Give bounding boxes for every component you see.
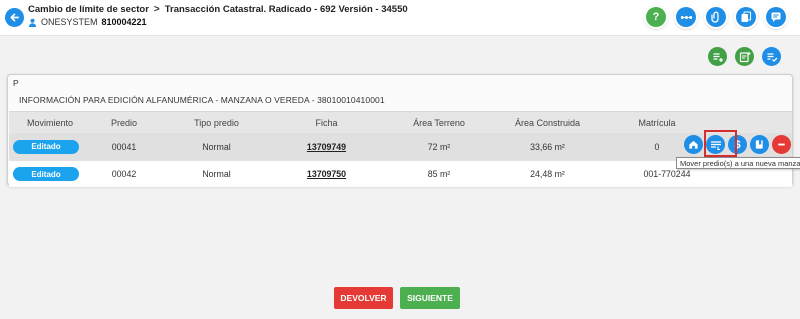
top-header: Cambio de límite de sector > Transacción… [0, 0, 800, 36]
user-id: 810004221 [101, 17, 147, 27]
user-name: ONESYSTEM [41, 17, 98, 27]
status-badge[interactable]: Editado [13, 139, 79, 154]
documents-icon [741, 11, 752, 22]
footer-actions: DEVOLVER SIGUIENTE [334, 287, 460, 309]
breadcrumb-separator: > [153, 4, 160, 15]
panel-title: INFORMACIÓN PARA EDICIÓN ALFANUMÉRICA - … [19, 95, 385, 105]
breadcrumb-current: Transacción Catastral. Radicado - 692 Ve… [164, 4, 408, 15]
add-note-icon [739, 51, 750, 62]
area-terreno-cell: 85 m² [427, 169, 451, 179]
add-list-button[interactable] [708, 47, 727, 66]
ficha-link[interactable]: 13709750 [307, 169, 346, 179]
checklist-icon [767, 52, 777, 62]
book-icon [755, 140, 763, 149]
minus-icon [778, 143, 785, 146]
flow-icon [680, 15, 692, 19]
col-area-terreno: Área Terreno [413, 117, 465, 128]
arrow-left-icon [10, 13, 19, 22]
book-button[interactable] [750, 135, 769, 154]
row-actions: $ [684, 135, 791, 154]
flow-button[interactable] [676, 7, 696, 27]
breadcrumb-parent[interactable]: Cambio de límite de sector [28, 4, 149, 15]
ficha-cell: 13709750 [289, 161, 364, 187]
col-ficha: Ficha [315, 117, 338, 128]
add-list-icon [713, 52, 723, 62]
predio-cell: 00042 [111, 169, 137, 179]
help-button[interactable]: ? [646, 7, 666, 27]
home-button[interactable] [684, 135, 703, 154]
comments-icon [771, 12, 781, 22]
checklist-button[interactable] [762, 47, 781, 66]
documents-button[interactable] [736, 7, 756, 27]
ficha-link[interactable]: 13709749 [307, 142, 346, 152]
predio-cell: 00041 [111, 141, 137, 152]
parcels-table: Movimiento Predio Tipo predio Ficha Área… [9, 111, 792, 187]
status-badge[interactable]: Editado [13, 167, 79, 181]
back-button[interactable] [5, 8, 24, 27]
tipo-predio-cell: Normal [202, 141, 231, 152]
table-row: Editado 00041 Normal 13709749 72 m² 33,6… [9, 130, 792, 160]
col-area-construida: Área Construida [514, 117, 581, 128]
highlight-box [704, 130, 737, 157]
add-note-button[interactable] [735, 47, 754, 66]
user-info: ONESYSTEM 810004221 [28, 17, 147, 27]
tooltip: Mover predio(s) a una nueva manzana [676, 157, 800, 169]
ficha-cell: 13709749 [289, 133, 364, 160]
edition-panel: P INFORMACIÓN PARA EDICIÓN ALFANUMÉRICA … [7, 74, 793, 187]
comments-button[interactable] [766, 7, 786, 27]
col-predio: Predio [110, 117, 137, 128]
area-construida-cell: 24,48 m² [530, 169, 565, 179]
tipo-predio-cell: Normal [202, 169, 231, 179]
matricula-cell: 0 [654, 141, 660, 152]
breadcrumb: Cambio de límite de sector > Transacción… [28, 4, 408, 15]
attach-icon [711, 11, 719, 23]
attach-button[interactable] [706, 7, 726, 27]
devolver-button[interactable]: DEVOLVER [334, 287, 393, 309]
panel-actions [708, 47, 781, 66]
panel-letter: P [13, 78, 19, 88]
movimiento-cell: Editado [11, 161, 81, 187]
remove-button[interactable] [772, 135, 791, 154]
movimiento-cell: Editado [11, 133, 81, 160]
col-matricula: Matrícula [638, 117, 676, 128]
table-header: Movimiento Predio Tipo predio Ficha Área… [9, 111, 792, 133]
area-terreno-cell: 72 m² [427, 141, 451, 152]
help-icon: ? [652, 11, 660, 23]
home-icon [689, 140, 698, 149]
col-movimiento: Movimiento [26, 117, 73, 128]
table-row: Editado 00042 Normal 13709750 85 m² 24,4… [9, 160, 792, 187]
header-toolbar: ? [646, 7, 786, 27]
col-tipo-predio: Tipo predio [194, 117, 239, 128]
siguiente-button[interactable]: SIGUIENTE [400, 287, 460, 309]
area-construida-cell: 33,66 m² [530, 141, 565, 152]
user-icon [28, 18, 37, 27]
